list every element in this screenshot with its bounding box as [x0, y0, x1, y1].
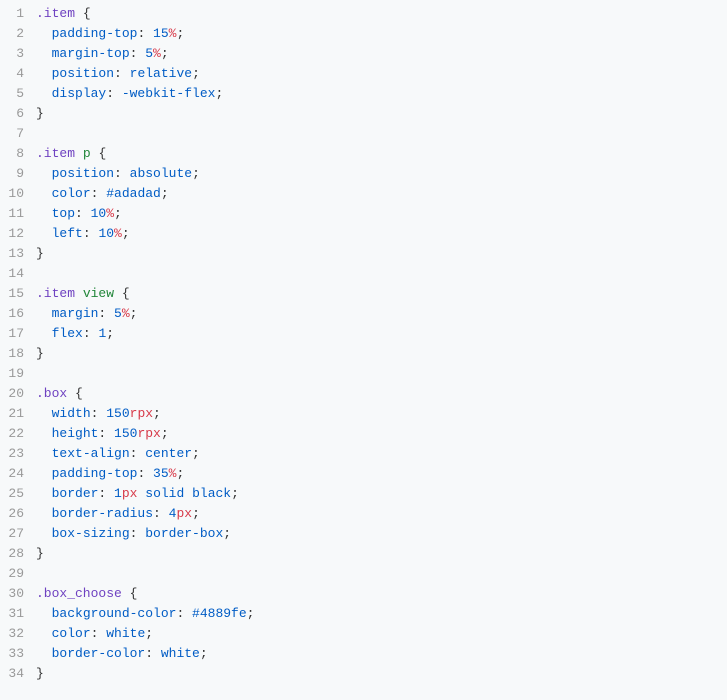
- code-line[interactable]: margin: 5%;: [36, 304, 727, 324]
- line-number: 30: [0, 584, 36, 604]
- code-line[interactable]: left: 10%;: [36, 224, 727, 244]
- line-number: 29: [0, 564, 36, 584]
- code-editor[interactable]: 1234567891011121314151617181920212223242…: [0, 0, 727, 700]
- line-number: 24: [0, 464, 36, 484]
- line-number: 31: [0, 604, 36, 624]
- line-number: 18: [0, 344, 36, 364]
- code-line[interactable]: [36, 124, 727, 144]
- code-content[interactable]: .item { padding-top: 15%; margin-top: 5%…: [36, 0, 727, 700]
- code-line[interactable]: border-radius: 4px;: [36, 504, 727, 524]
- line-number: 6: [0, 104, 36, 124]
- line-number: 16: [0, 304, 36, 324]
- line-number: 22: [0, 424, 36, 444]
- line-number: 8: [0, 144, 36, 164]
- code-line[interactable]: .box_choose {: [36, 584, 727, 604]
- code-line[interactable]: width: 150rpx;: [36, 404, 727, 424]
- line-number: 7: [0, 124, 36, 144]
- line-number: 17: [0, 324, 36, 344]
- line-number: 1: [0, 4, 36, 24]
- line-number: 23: [0, 444, 36, 464]
- line-number: 12: [0, 224, 36, 244]
- code-line[interactable]: flex: 1;: [36, 324, 727, 344]
- line-number: 15: [0, 284, 36, 304]
- code-line[interactable]: position: relative;: [36, 64, 727, 84]
- line-number: 28: [0, 544, 36, 564]
- code-line[interactable]: border: 1px solid black;: [36, 484, 727, 504]
- code-line[interactable]: background-color: #4889fe;: [36, 604, 727, 624]
- line-number: 27: [0, 524, 36, 544]
- line-number: 9: [0, 164, 36, 184]
- code-line[interactable]: margin-top: 5%;: [36, 44, 727, 64]
- code-line[interactable]: [36, 564, 727, 584]
- line-number: 34: [0, 664, 36, 684]
- code-line[interactable]: border-color: white;: [36, 644, 727, 664]
- code-line[interactable]: color: #adadad;: [36, 184, 727, 204]
- code-line[interactable]: .item {: [36, 4, 727, 24]
- code-line[interactable]: padding-top: 15%;: [36, 24, 727, 44]
- line-number: 3: [0, 44, 36, 64]
- line-number: 20: [0, 384, 36, 404]
- code-line[interactable]: position: absolute;: [36, 164, 727, 184]
- line-number: 32: [0, 624, 36, 644]
- code-line[interactable]: display: -webkit-flex;: [36, 84, 727, 104]
- line-number: 26: [0, 504, 36, 524]
- code-line[interactable]: [36, 264, 727, 284]
- code-line[interactable]: top: 10%;: [36, 204, 727, 224]
- code-line[interactable]: padding-top: 35%;: [36, 464, 727, 484]
- line-number: 19: [0, 364, 36, 384]
- code-line[interactable]: box-sizing: border-box;: [36, 524, 727, 544]
- line-number: 4: [0, 64, 36, 84]
- code-line[interactable]: }: [36, 104, 727, 124]
- line-number: 14: [0, 264, 36, 284]
- code-line[interactable]: .box {: [36, 384, 727, 404]
- code-line[interactable]: .item p {: [36, 144, 727, 164]
- line-number: 5: [0, 84, 36, 104]
- line-number: 21: [0, 404, 36, 424]
- line-number-gutter: 1234567891011121314151617181920212223242…: [0, 0, 36, 700]
- line-number: 13: [0, 244, 36, 264]
- line-number: 11: [0, 204, 36, 224]
- code-line[interactable]: [36, 364, 727, 384]
- code-line[interactable]: text-align: center;: [36, 444, 727, 464]
- code-line[interactable]: .item view {: [36, 284, 727, 304]
- code-line[interactable]: height: 150rpx;: [36, 424, 727, 444]
- line-number: 10: [0, 184, 36, 204]
- code-line[interactable]: }: [36, 344, 727, 364]
- line-number: 33: [0, 644, 36, 664]
- line-number: 25: [0, 484, 36, 504]
- code-line[interactable]: }: [36, 544, 727, 564]
- code-line[interactable]: }: [36, 664, 727, 684]
- line-number: 2: [0, 24, 36, 44]
- code-line[interactable]: color: white;: [36, 624, 727, 644]
- code-line[interactable]: }: [36, 244, 727, 264]
